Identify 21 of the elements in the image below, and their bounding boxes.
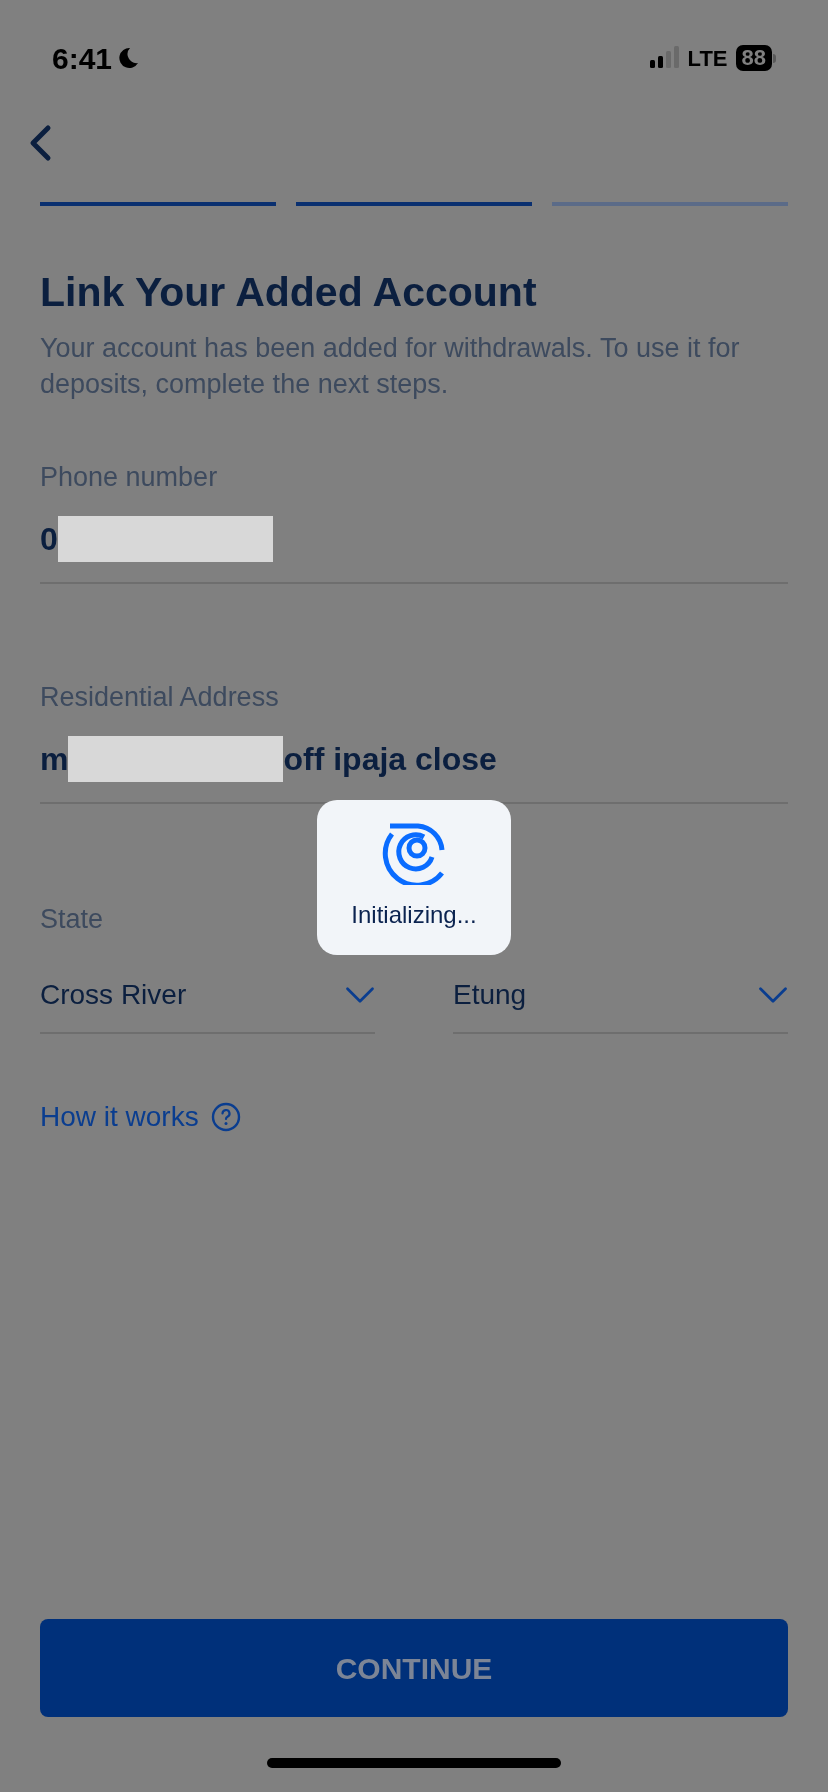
field-label: Phone number (40, 461, 218, 494)
back-icon (28, 124, 52, 162)
loading-message: Initializing... (351, 899, 477, 930)
battery-indicator: 88 (735, 45, 776, 71)
select-field[interactable]: Cross River (40, 958, 375, 1034)
input-field[interactable]: 0 (40, 500, 788, 584)
page-title: Link Your Added Account (40, 268, 538, 316)
network-label: LTE (687, 44, 728, 73)
field-label: State (40, 904, 104, 934)
page-subtitle: Your account has been added for withdrawals. To use it for deposits, complete the next steps. (40, 332, 741, 401)
chevron-down-icon (758, 986, 788, 1004)
chevron-down-icon (345, 986, 375, 1004)
how-it-works-link[interactable]: How it works (40, 1096, 199, 1138)
signal-icon (649, 46, 680, 70)
select-field[interactable]: Etung (453, 958, 788, 1034)
input-field[interactable]: m off ipaja close (40, 720, 788, 804)
moon-icon (116, 46, 141, 70)
status-time: 6:41 (52, 40, 113, 77)
help-icon (210, 1102, 241, 1132)
field-label: Residential Address (40, 681, 279, 714)
spiral-logo-icon (382, 822, 446, 885)
